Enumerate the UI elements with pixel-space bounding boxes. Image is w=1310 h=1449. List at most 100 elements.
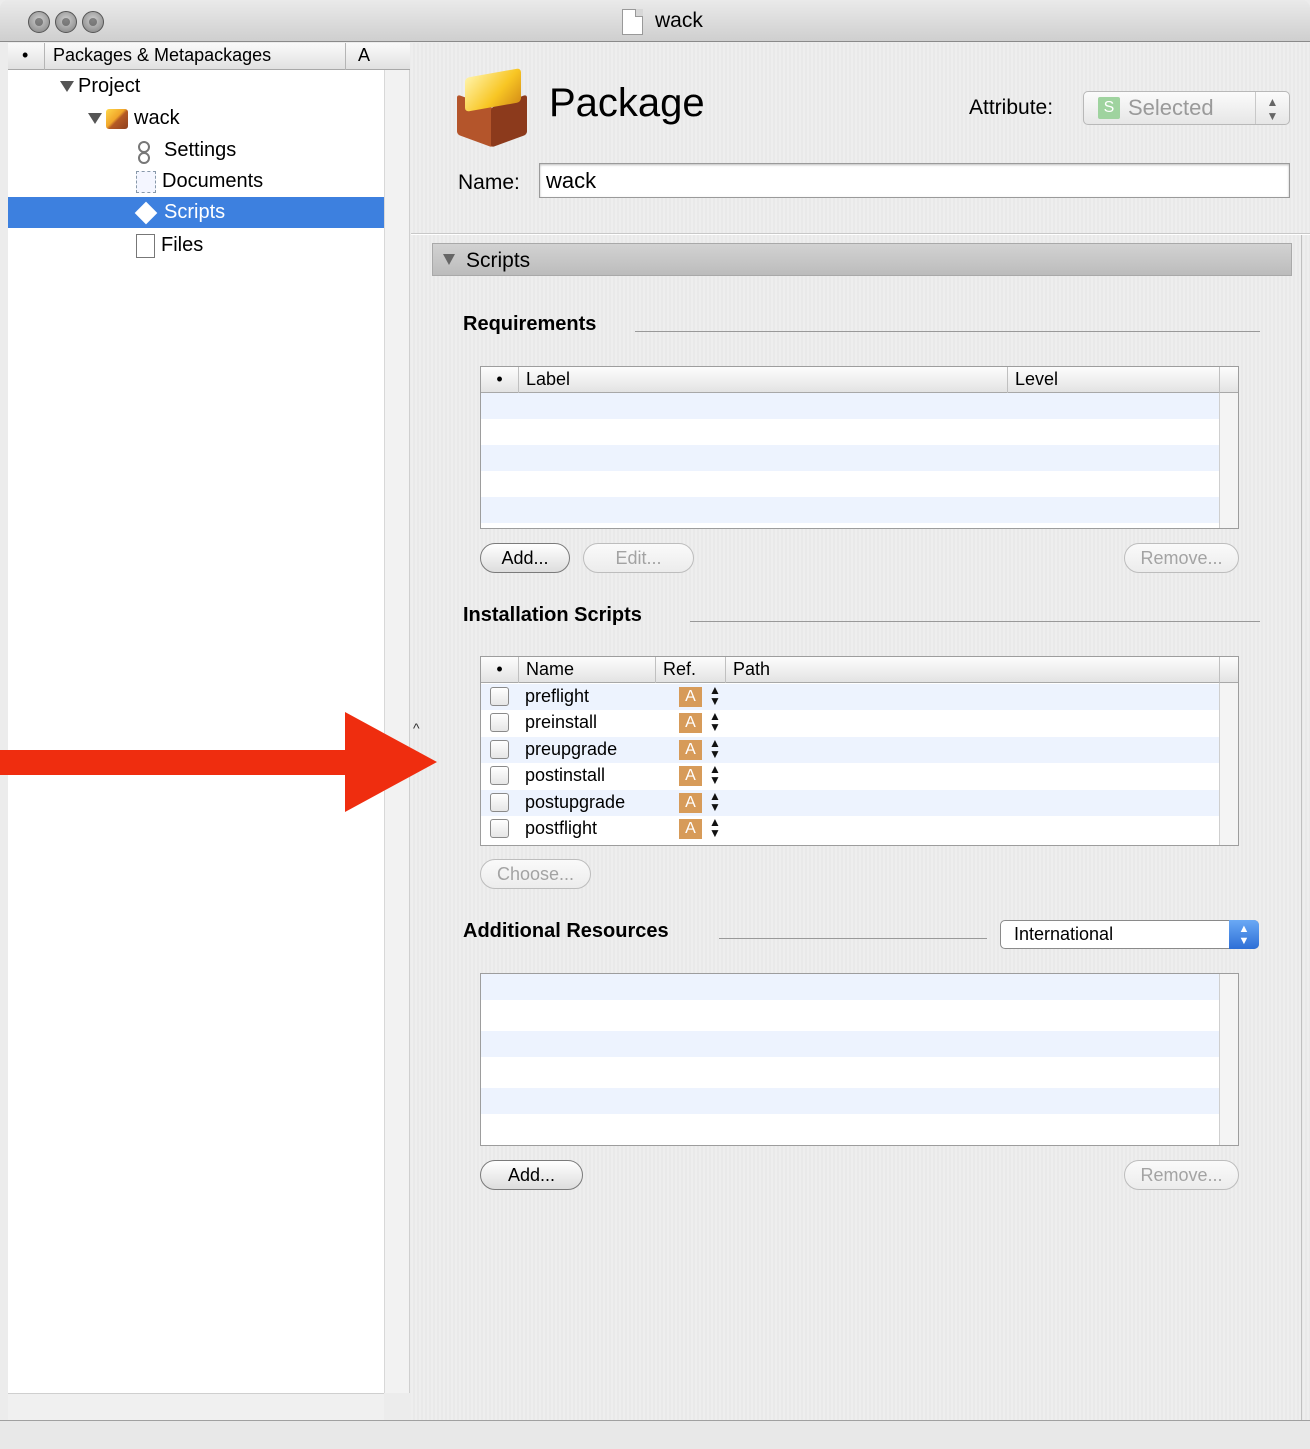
- table-row[interactable]: preupgrade A ▲ ▼: [481, 737, 1219, 763]
- enable-script-checkbox[interactable]: [490, 819, 509, 838]
- column-header-path[interactable]: Path: [725, 657, 1220, 683]
- language-value: International: [1014, 924, 1114, 944]
- name-field[interactable]: wack: [539, 163, 1290, 198]
- requirements-title: Requirements: [463, 313, 597, 335]
- divider: [719, 938, 987, 939]
- app-window: wack • Packages & Metapackages A Project…: [0, 0, 1310, 1449]
- table-scrollbar[interactable]: [1219, 657, 1238, 845]
- sidebar-item-files[interactable]: Files: [136, 230, 203, 261]
- add-resource-button[interactable]: Add...: [480, 1160, 583, 1190]
- scripts-icon: [136, 201, 158, 225]
- sidebar-item-scripts[interactable]: Scripts: [8, 197, 384, 228]
- column-divider: [345, 43, 346, 70]
- script-name: postinstall: [525, 765, 606, 785]
- sidebar: • Packages & Metapackages A Project wack…: [8, 43, 410, 1393]
- annotation-arrow: [0, 750, 350, 775]
- table-header: • Label Level: [481, 367, 1238, 393]
- disclosure-triangle-icon[interactable]: [88, 113, 102, 124]
- settings-icon: [136, 139, 158, 164]
- sidebar-item-wack[interactable]: wack: [88, 103, 180, 134]
- up-down-arrows-icon[interactable]: ▲ ▼: [709, 816, 721, 839]
- window-title: wack: [655, 9, 703, 32]
- additional-resources-table[interactable]: [480, 973, 1239, 1146]
- reference-type-badge[interactable]: A: [679, 793, 702, 813]
- table-row[interactable]: postupgrade A ▲ ▼: [481, 790, 1219, 816]
- bottom-bar: [0, 1420, 1310, 1449]
- sidebar-header-title[interactable]: Packages & Metapackages: [53, 45, 271, 66]
- annotation-arrow-head: [345, 712, 437, 812]
- sidebar-item-label: Project: [78, 75, 141, 97]
- divider: [635, 331, 1260, 332]
- table-row[interactable]: preflight A ▲ ▼: [481, 684, 1219, 710]
- sidebar-header-corner: [384, 43, 410, 70]
- sidebar-item-label: Files: [161, 234, 204, 256]
- enable-script-checkbox[interactable]: [490, 687, 509, 706]
- package-editor: Package Attribute: S Selected ▲ ▼ Name: w…: [411, 43, 1310, 1420]
- table-row[interactable]: postinstall A ▲ ▼: [481, 763, 1219, 789]
- reference-type-badge[interactable]: A: [679, 819, 702, 839]
- sidebar-header-column-a[interactable]: A: [358, 45, 370, 66]
- choose-script-button[interactable]: Choose...: [480, 859, 591, 889]
- reference-type-badge[interactable]: A: [679, 713, 702, 733]
- edit-requirement-button[interactable]: Edit...: [583, 543, 694, 573]
- reference-type-badge[interactable]: A: [679, 766, 702, 786]
- script-name: preinstall: [525, 712, 598, 732]
- up-down-arrows-icon[interactable]: ▲ ▼: [709, 763, 721, 786]
- disclosure-triangle-icon[interactable]: [60, 81, 74, 92]
- attribute-label: Attribute:: [969, 96, 1054, 119]
- sidebar-item-label: Scripts: [164, 201, 226, 223]
- sidebar-horizontal-scrollbar[interactable]: [8, 1393, 384, 1420]
- file-icon: [136, 233, 155, 258]
- up-down-arrows-icon[interactable]: ▲ ▼: [709, 684, 721, 707]
- name-label: Name:: [458, 171, 520, 194]
- sidebar-item-project[interactable]: Project: [60, 71, 140, 102]
- remove-resource-button[interactable]: Remove...: [1124, 1160, 1239, 1190]
- enable-script-checkbox[interactable]: [490, 766, 509, 785]
- page-title: Package: [549, 81, 705, 125]
- zoom-window-button[interactable]: [82, 11, 104, 33]
- column-header-label[interactable]: Label: [518, 367, 1007, 393]
- add-requirement-button[interactable]: Add...: [480, 543, 570, 573]
- column-header-ref[interactable]: Ref.: [655, 657, 725, 683]
- table-scrollbar[interactable]: [1219, 974, 1238, 1145]
- column-header-level[interactable]: Level: [1007, 367, 1220, 393]
- installation-scripts-table[interactable]: • Name Ref. Path preflight A ▲ ▼ preinsta…: [480, 656, 1239, 846]
- sidebar-header[interactable]: • Packages & Metapackages A: [8, 43, 410, 70]
- minimize-window-button[interactable]: [55, 11, 77, 33]
- section-title: Scripts: [466, 249, 531, 272]
- divider: [1301, 235, 1302, 1420]
- reference-type-badge[interactable]: A: [679, 687, 702, 707]
- table-header: • Name Ref. Path: [481, 657, 1238, 683]
- enable-script-checkbox[interactable]: [490, 713, 509, 732]
- enable-script-checkbox[interactable]: [490, 793, 509, 812]
- sidebar-item-documents[interactable]: Documents: [136, 166, 263, 197]
- column-header-dot[interactable]: •: [481, 657, 518, 683]
- document-icon: [622, 9, 643, 35]
- up-down-arrows-icon: ▲ ▼: [1255, 92, 1289, 124]
- sidebar-item-settings[interactable]: Settings: [136, 135, 236, 166]
- script-name: preflight: [525, 686, 590, 706]
- column-header-name[interactable]: Name: [518, 657, 655, 683]
- installation-scripts-title: Installation Scripts: [463, 604, 642, 626]
- up-down-arrows-icon: ▲ ▼: [1229, 920, 1259, 949]
- sidebar-item-label: Settings: [164, 139, 237, 161]
- language-select[interactable]: International ▲ ▼: [1000, 920, 1259, 949]
- scripts-section-header[interactable]: Scripts: [432, 243, 1292, 276]
- close-window-button[interactable]: [28, 11, 50, 33]
- requirements-table[interactable]: • Label Level: [480, 366, 1239, 529]
- reference-type-badge[interactable]: A: [679, 740, 702, 760]
- up-down-arrows-icon[interactable]: ▲ ▼: [709, 710, 721, 733]
- table-row[interactable]: preinstall A ▲ ▼: [481, 710, 1219, 736]
- divider: [411, 233, 1310, 235]
- title-bar: wack: [0, 0, 1310, 42]
- up-down-arrows-icon[interactable]: ▲ ▼: [709, 790, 721, 813]
- disclosure-triangle-icon[interactable]: [443, 254, 455, 265]
- table-header-corner: [1219, 367, 1238, 393]
- enable-script-checkbox[interactable]: [490, 740, 509, 759]
- column-header-dot[interactable]: •: [481, 367, 518, 393]
- table-row[interactable]: postflight A ▲ ▼: [481, 816, 1219, 842]
- up-down-arrows-icon[interactable]: ▲ ▼: [709, 737, 721, 760]
- attribute-select[interactable]: S Selected ▲ ▼: [1083, 91, 1290, 125]
- documents-icon: [136, 170, 156, 193]
- remove-requirement-button[interactable]: Remove...: [1124, 543, 1239, 573]
